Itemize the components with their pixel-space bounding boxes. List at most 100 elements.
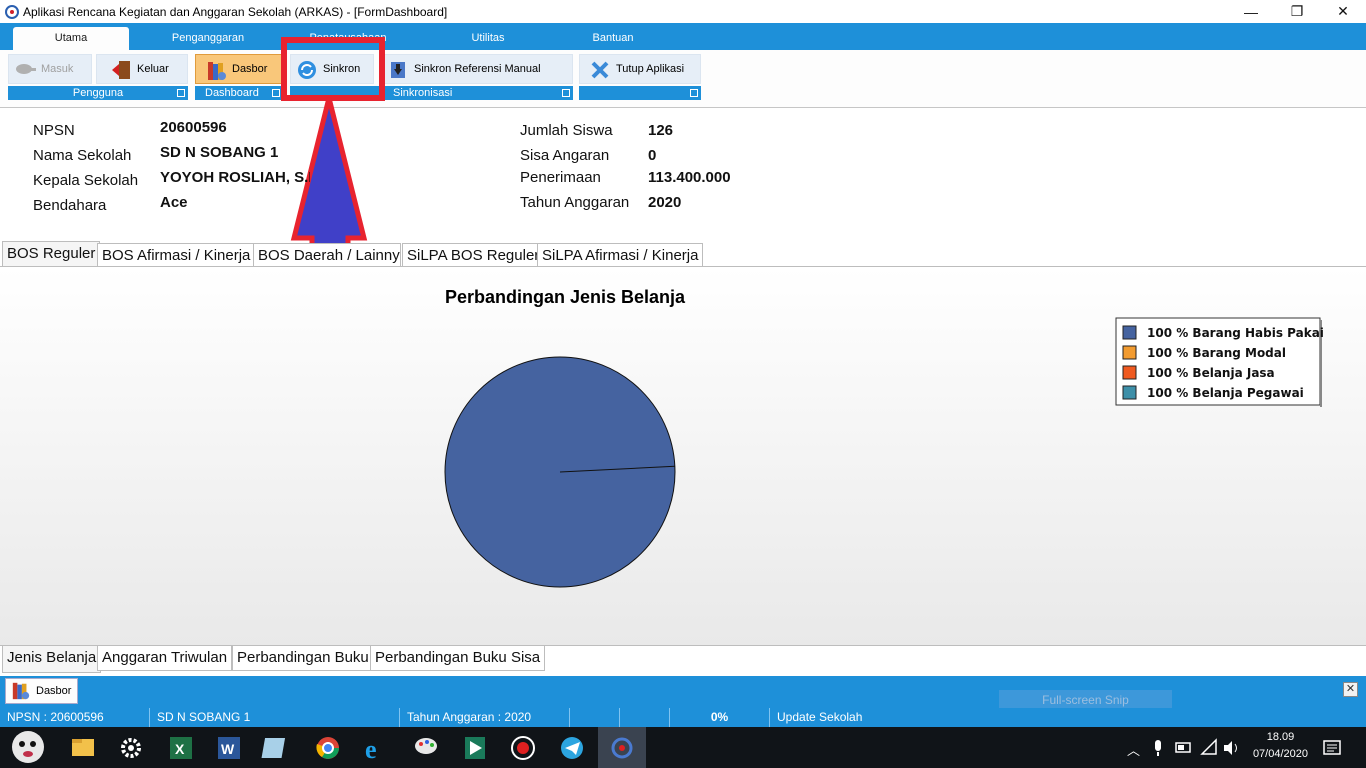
legend-swatch-2 xyxy=(1122,365,1137,380)
status-progress: 0% xyxy=(670,708,770,727)
svg-text:e: e xyxy=(365,735,377,764)
group-expand-icon[interactable] xyxy=(562,89,570,97)
npsn-value: 20600596 xyxy=(160,119,227,136)
legend-swatch-0 xyxy=(1122,325,1137,340)
tab-bos-reguler[interactable]: BOS Reguler xyxy=(2,241,101,267)
tab-silpa-afirmasi[interactable]: SiLPA Afirmasi / Kinerja xyxy=(537,243,704,267)
svg-text:X: X xyxy=(175,741,185,757)
status-sekolah: SD N SOBANG 1 xyxy=(150,708,400,727)
tab-perbandingan-buku[interactable]: Perbandingan Buku xyxy=(232,646,374,671)
close-x-icon xyxy=(590,60,610,79)
tab-utilitas[interactable]: Utilitas xyxy=(430,27,546,50)
group-expand-icon[interactable] xyxy=(690,89,698,97)
dasbor-button[interactable]: Dasbor xyxy=(195,54,283,84)
bendahara-label: Bendahara xyxy=(33,197,107,214)
sinkron-referensi-manual-button[interactable]: Sinkron Referensi Manual xyxy=(381,54,573,84)
tab-penganggaran[interactable]: Penganggaran xyxy=(150,27,266,50)
microphone-icon[interactable] xyxy=(1155,740,1161,756)
kinemaster-icon[interactable] xyxy=(465,737,485,759)
keluar-label: Keluar xyxy=(137,63,169,75)
sisa-anggaran-value: 0 xyxy=(648,147,657,164)
chrome-icon[interactable] xyxy=(316,737,339,759)
system-tray-icons xyxy=(1155,738,1237,756)
tahun-anggaran-value: 2020 xyxy=(648,194,682,211)
masuk-button[interactable]: Masuk xyxy=(8,54,92,84)
document-close-button[interactable]: ✕ xyxy=(1343,682,1358,697)
group-expand-icon[interactable] xyxy=(177,89,185,97)
svg-text:W: W xyxy=(221,741,235,757)
window-title: Aplikasi Rencana Kegiatan dan Anggaran S… xyxy=(23,4,448,19)
dashboard-books-icon xyxy=(10,681,32,701)
keluar-button[interactable]: Keluar xyxy=(96,54,188,84)
tab-utama[interactable]: Utama xyxy=(13,27,129,50)
start-ghost-icon[interactable] xyxy=(12,731,44,763)
status-bar: NPSN : 20600596 SD N SOBANG 1 Tahun Angg… xyxy=(0,708,1366,727)
kepala-sekolah-value: YOYOH ROSLIAH, S.Pd xyxy=(160,169,310,186)
snip-overlay-label: Full-screen Snip xyxy=(999,690,1172,710)
clock-time: 18.09 xyxy=(1266,731,1295,743)
sinkron-highlight-box xyxy=(281,37,385,101)
tutup-aplikasi-button[interactable]: Tutup Aplikasi xyxy=(579,54,701,84)
tab-bos-daerah[interactable]: BOS Daerah / Lainnya xyxy=(253,243,401,267)
document-tab-label: Dasbor xyxy=(36,685,72,697)
sinkron-referensi-label: Sinkron Referensi Manual xyxy=(414,63,541,75)
masuk-label: Masuk xyxy=(41,63,74,75)
taskbar-clock[interactable]: 18.09 07/04/2020 xyxy=(1253,729,1308,763)
restore-button[interactable]: ❐ xyxy=(1274,0,1320,23)
document-tab-dasbor[interactable]: Dasbor xyxy=(5,678,78,704)
jumlah-siswa-value: 126 xyxy=(648,122,674,139)
legend-label-2: 100 % Belanja Jasa xyxy=(1147,366,1275,380)
wifi-icon[interactable] xyxy=(1200,738,1217,755)
nama-sekolah-value: SD N SOBANG 1 xyxy=(160,144,279,161)
excel-icon[interactable]: X xyxy=(170,737,192,759)
file-explorer-icon[interactable] xyxy=(72,739,94,756)
cloud-key-icon xyxy=(15,60,36,78)
nama-sekolah-label: Nama Sekolah xyxy=(33,147,132,164)
status-message: Update Sekolah xyxy=(777,710,863,724)
notification-center-icon[interactable] xyxy=(1322,738,1344,758)
group-expand-icon[interactable] xyxy=(272,89,280,97)
tahun-anggaran-label: Tahun Anggaran xyxy=(520,194,630,211)
ribbon-tab-strip: Utama Penganggaran Penatausahaan Utilita… xyxy=(0,23,1366,50)
legend-swatch-1 xyxy=(1122,345,1137,360)
legend-swatch-3 xyxy=(1122,385,1137,400)
taskbar-icons: X W e xyxy=(12,731,633,764)
tab-anggaran-triwulan[interactable]: Anggaran Triwulan xyxy=(97,646,233,671)
battery-icon[interactable] xyxy=(1175,742,1191,753)
settings-gear-icon[interactable] xyxy=(121,738,141,758)
arkas-app-icon xyxy=(5,4,19,19)
status-empty-1 xyxy=(570,708,620,727)
dashboard-books-icon xyxy=(206,60,226,80)
tab-jenis-belanja[interactable]: Jenis Belanja xyxy=(2,646,102,673)
group-pengguna: Pengguna xyxy=(8,86,188,100)
tab-perbandingan-buku-sisa[interactable]: Perbandingan Buku Sisa xyxy=(370,646,546,671)
word-icon[interactable]: W xyxy=(218,737,240,759)
group-dashboard-label: Dashboard xyxy=(205,87,259,99)
title-bar: Aplikasi Rencana Kegiatan dan Anggaran S… xyxy=(0,0,1366,23)
notepad-icon[interactable] xyxy=(261,738,286,758)
tray-chevron-icon[interactable]: ︿ xyxy=(1127,740,1140,759)
download-icon xyxy=(388,60,408,78)
penerimaan-value: 113.400.000 xyxy=(648,169,731,186)
group-pengguna-label: Pengguna xyxy=(72,87,124,99)
volume-icon[interactable] xyxy=(1224,741,1237,755)
npsn-label: NPSN xyxy=(33,122,75,139)
kepala-sekolah-label: Kepala Sekolah xyxy=(33,172,139,189)
record-icon[interactable] xyxy=(511,736,535,760)
sisa-anggaran-label: Sisa Angaran xyxy=(520,147,610,164)
status-tahun: Tahun Anggaran : 2020 xyxy=(400,708,570,727)
group-sinkronisasi-label: Sinkronisasi xyxy=(393,87,453,99)
close-button[interactable]: ✕ xyxy=(1320,0,1366,23)
minimize-button[interactable]: — xyxy=(1228,0,1274,23)
internet-explorer-icon[interactable]: e xyxy=(365,735,377,764)
pie-chart: Perbandingan Jenis Belanja 100 % Barang … xyxy=(444,287,1324,588)
telegram-icon[interactable] xyxy=(561,737,583,759)
paint-app-icon[interactable] xyxy=(415,738,437,754)
tab-bantuan[interactable]: Bantuan xyxy=(555,27,671,50)
bendahara-value: Ace xyxy=(160,194,188,211)
penerimaan-label: Penerimaan xyxy=(520,169,601,186)
tab-silpa-bos-reguler[interactable]: SiLPA BOS Reguler xyxy=(402,243,545,267)
arkas-taskbar-icon[interactable] xyxy=(611,737,633,759)
tab-bos-afirmasi[interactable]: BOS Afirmasi / Kinerja xyxy=(97,243,256,267)
group-dashboard: Dashboard xyxy=(195,86,283,100)
